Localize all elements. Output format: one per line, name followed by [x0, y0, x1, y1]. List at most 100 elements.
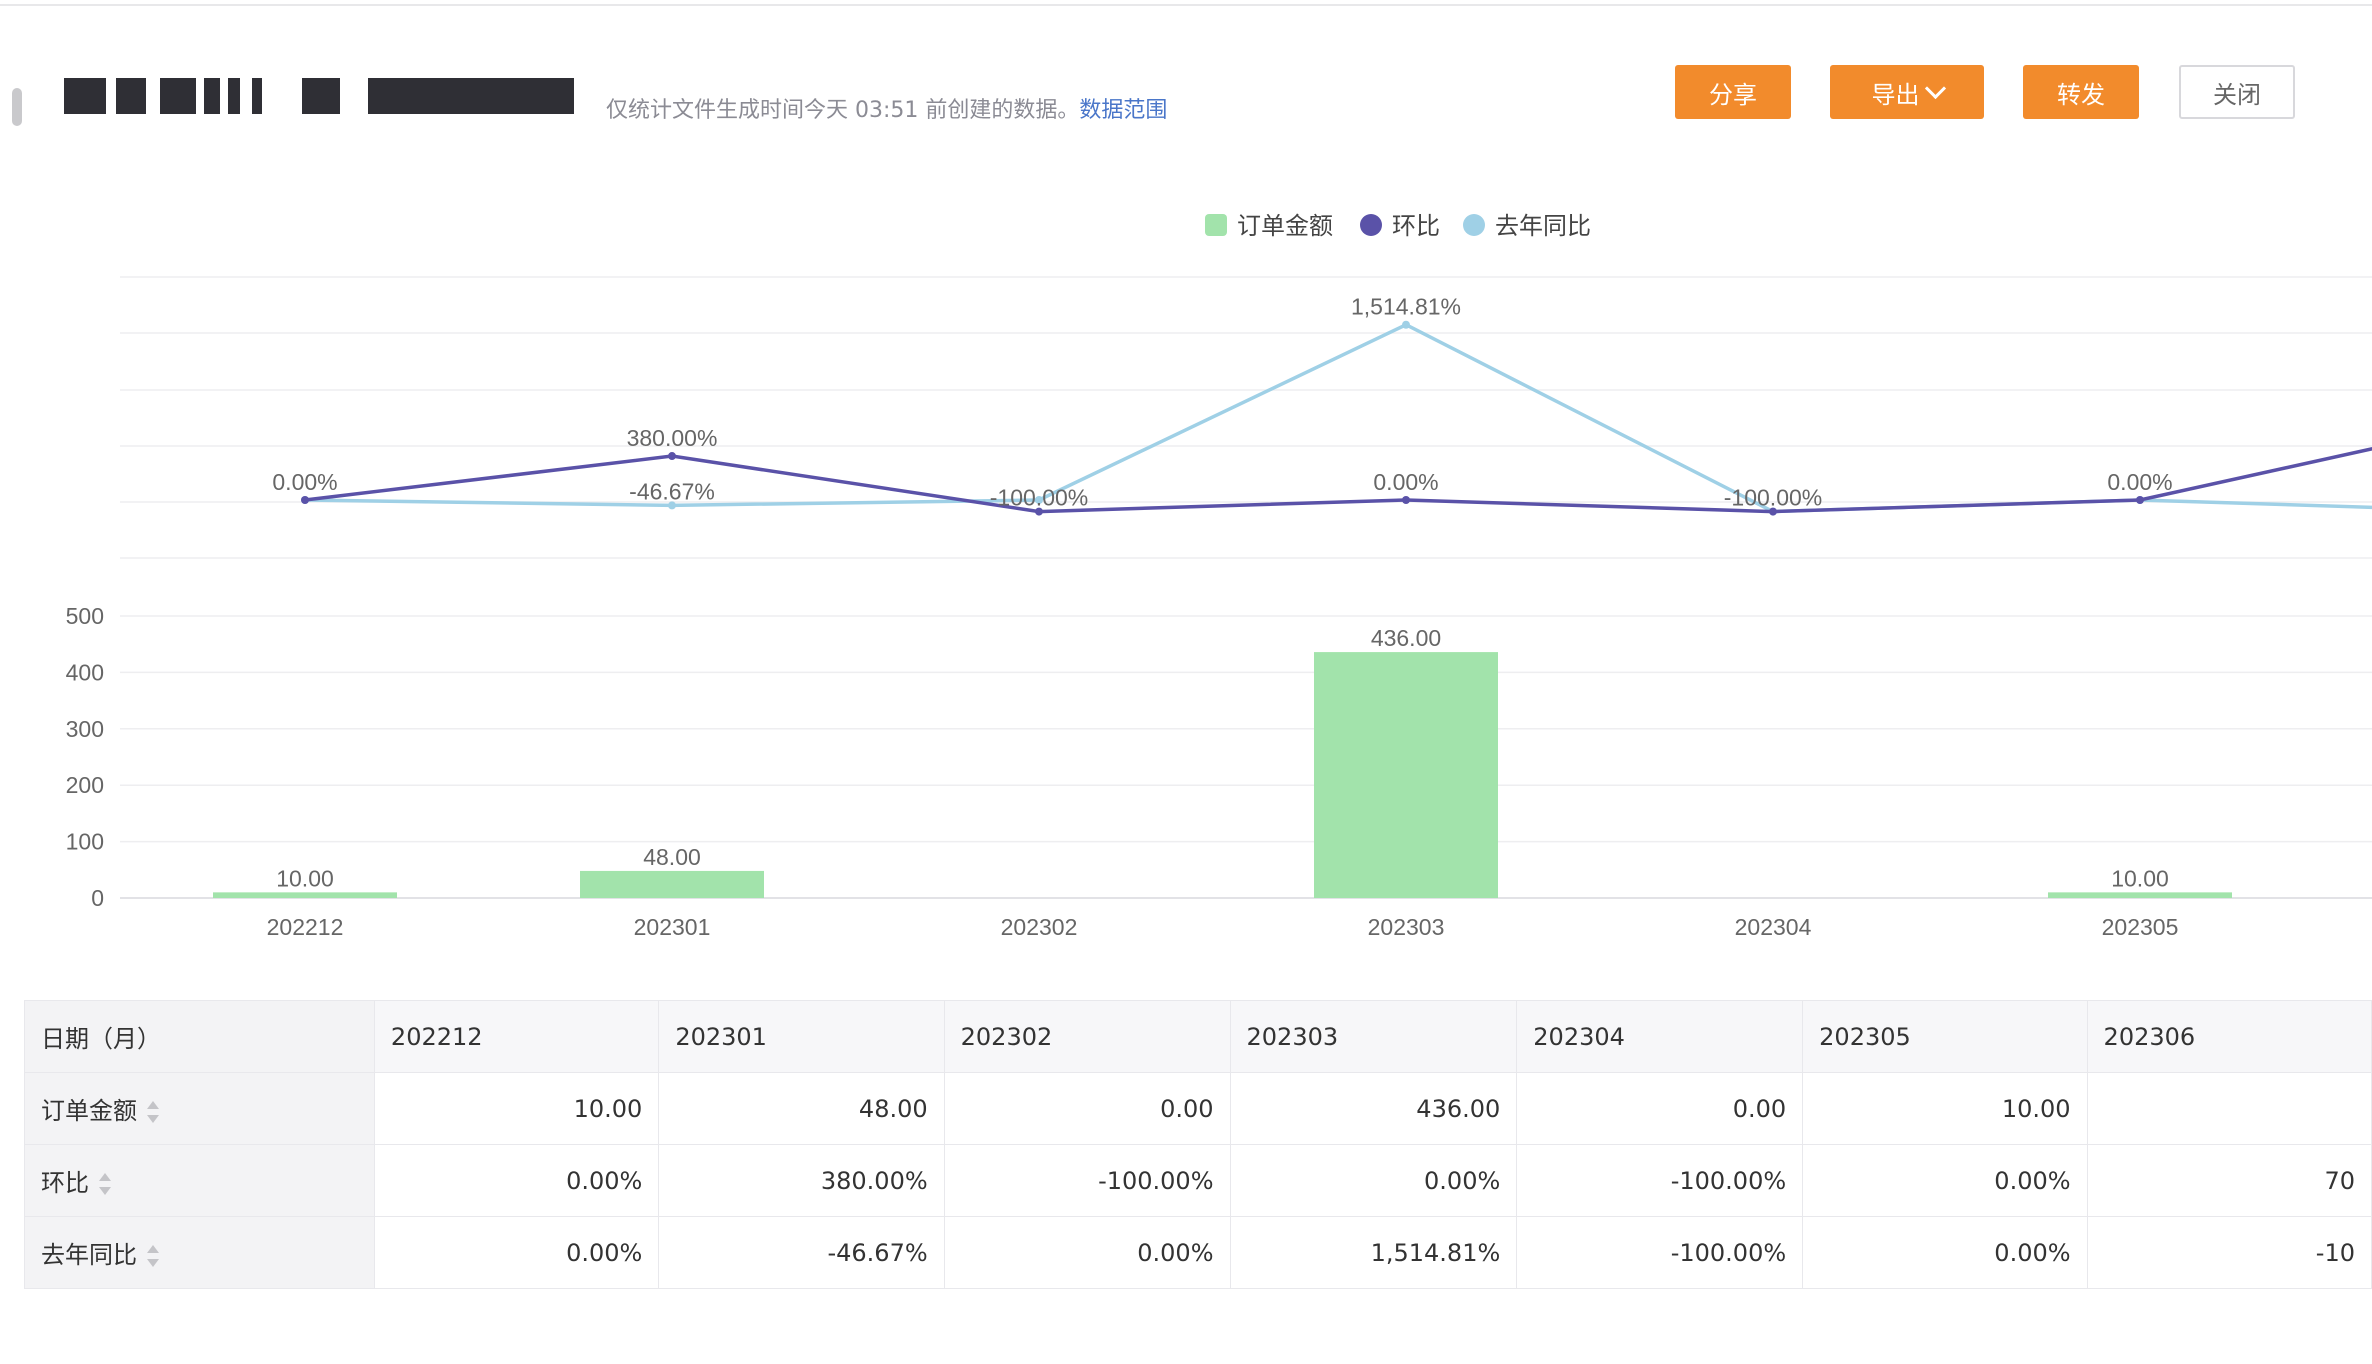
table-cell: 0.00%	[1802, 1144, 2088, 1217]
table-cell: -100.00%	[1516, 1144, 1804, 1217]
combo-chart: 0 100 200 300 400 500 202212 202301 202302 202303…	[66, 213, 2372, 940]
sort-icon[interactable]	[147, 1099, 159, 1125]
col-header: 202212	[373, 1000, 660, 1073]
col-header: 202304	[1516, 1000, 1804, 1073]
report-title-redacted	[64, 72, 578, 122]
sort-icon[interactable]	[99, 1171, 111, 1197]
y-tick-label: 300	[66, 716, 104, 742]
bar-order-amount	[213, 892, 397, 898]
row-header-amount[interactable]: 订单金额	[24, 1072, 375, 1145]
row-header-label: 去年同比	[41, 1241, 137, 1269]
col-header: 202306	[2086, 1000, 2372, 1073]
table-row: 订单金额 10.00 48.00 0.00 436.00 0.00 10.00	[24, 1072, 2372, 1145]
bar-data-label: 436.00	[1371, 625, 1441, 651]
subtitle-text: 仅统计文件生成时间今天 03:51 前创建的数据。	[606, 98, 1080, 123]
table-cell: 0.00%	[373, 1144, 660, 1217]
x-tick-label: 202301	[634, 914, 711, 940]
close-button[interactable]: 关闭	[2179, 65, 2295, 119]
legend-label: 环比	[1392, 213, 1440, 240]
table-cell	[2086, 1072, 2372, 1145]
table-cell: 10.00	[1802, 1072, 2088, 1145]
x-tick-label: 202304	[1735, 914, 1812, 940]
close-label: 关闭	[2213, 80, 2261, 109]
col-header: 202302	[943, 1000, 1231, 1073]
export-button[interactable]: 导出	[1830, 65, 1984, 119]
export-label: 导出	[1871, 80, 1920, 109]
y-tick-label: 100	[66, 829, 104, 855]
x-tick-label: 202302	[1001, 914, 1078, 940]
row-header-date: 日期（月）	[24, 1000, 375, 1073]
row-header-mom[interactable]: 环比	[24, 1144, 375, 1217]
line-data-label: -100.00%	[1724, 485, 1822, 511]
table-cell: 0.00%	[943, 1216, 1231, 1289]
bar-order-amount	[580, 870, 764, 898]
forward-label: 转发	[2057, 80, 2105, 109]
col-header: 202303	[1229, 1000, 1518, 1073]
y-tick-label: 0	[91, 885, 104, 911]
sort-icon[interactable]	[147, 1243, 159, 1269]
legend-label: 去年同比	[1495, 213, 1591, 240]
line-data-label: -46.67%	[629, 478, 715, 504]
table-cell: 0.00	[1516, 1072, 1804, 1145]
table-cell: 70	[2086, 1144, 2372, 1217]
x-tick-label: 202305	[2102, 914, 2179, 940]
point-mom	[668, 452, 676, 461]
line-data-label: -100.00%	[990, 485, 1088, 511]
row-header-label: 订单金额	[41, 1097, 137, 1125]
y-tick-label: 400	[66, 659, 104, 685]
share-button[interactable]: 分享	[1675, 65, 1791, 119]
line-data-label: 0.00%	[2107, 469, 2172, 495]
data-scope-note: 仅统计文件生成时间今天 03:51 前创建的数据。数据范围	[606, 92, 1167, 124]
table-cell: -46.67%	[658, 1216, 945, 1289]
table-cell: 0.00%	[1802, 1216, 2088, 1289]
table-cell: 380.00%	[658, 1144, 945, 1217]
row-header-label: 环比	[41, 1169, 89, 1197]
legend-swatch-amount	[1205, 214, 1227, 236]
line-yoy	[304, 322, 2372, 514]
bar-data-label: 10.00	[2111, 865, 2169, 891]
table-cell: -10	[2086, 1216, 2372, 1289]
data-table: 日期（月） 202212 202301 202302 202303 202304…	[24, 1000, 2372, 1290]
x-tick-label: 202212	[267, 914, 344, 940]
row-header-yoy[interactable]: 去年同比	[24, 1216, 375, 1289]
table-cell: -100.00%	[1516, 1216, 1804, 1289]
col-header: 202301	[658, 1000, 945, 1073]
table-cell: 436.00	[1229, 1072, 1518, 1145]
bar-order-amount	[1314, 652, 1498, 898]
data-range-link[interactable]: 数据范围	[1079, 98, 1167, 123]
legend-swatch-mom	[1360, 214, 1382, 236]
forward-button[interactable]: 转发	[2023, 65, 2139, 119]
table-cell: 48.00	[658, 1072, 945, 1145]
point-mom	[2136, 496, 2144, 504]
line-mom	[304, 447, 2372, 514]
line-data-label: 0.00%	[1373, 469, 1438, 495]
legend-label: 订单金额	[1237, 213, 1333, 240]
point-yoy	[1402, 320, 1410, 329]
table-cell: 0.00%	[373, 1216, 660, 1289]
top-divider	[0, 4, 2372, 6]
x-tick-label: 202303	[1368, 914, 1445, 940]
bar-order-amount	[2048, 892, 2232, 898]
drag-handle[interactable]	[12, 88, 22, 126]
bar-data-label: 48.00	[643, 844, 701, 870]
y-tick-label: 500	[66, 603, 104, 629]
col-header: 202305	[1802, 1000, 2088, 1073]
line-data-label: 0.00%	[272, 469, 337, 495]
y-tick-label: 200	[66, 772, 104, 798]
table-cell: -100.00%	[943, 1144, 1231, 1217]
chevron-down-icon	[1924, 77, 1946, 99]
table-cell: 0.00%	[1229, 1144, 1518, 1217]
table-header-row: 日期（月） 202212 202301 202302 202303 202304…	[24, 1000, 2372, 1073]
table-cell: 1,514.81%	[1229, 1216, 1518, 1289]
table-row: 环比 0.00% 380.00% -100.00% 0.00% -100.00%…	[24, 1144, 2372, 1217]
point-mom	[301, 496, 309, 504]
table-cell: 0.00	[943, 1072, 1231, 1145]
line-data-label: 380.00%	[627, 425, 718, 451]
point-mom	[1402, 496, 1410, 504]
legend-swatch-yoy	[1463, 214, 1485, 236]
line-data-label: 1,514.81%	[1351, 294, 1461, 320]
table-row: 去年同比 0.00% -46.67% 0.00% 1,514.81% -100.…	[24, 1216, 2372, 1289]
share-label: 分享	[1709, 80, 1757, 109]
table-cell: 10.00	[373, 1072, 660, 1145]
bar-data-label: 10.00	[276, 865, 334, 891]
